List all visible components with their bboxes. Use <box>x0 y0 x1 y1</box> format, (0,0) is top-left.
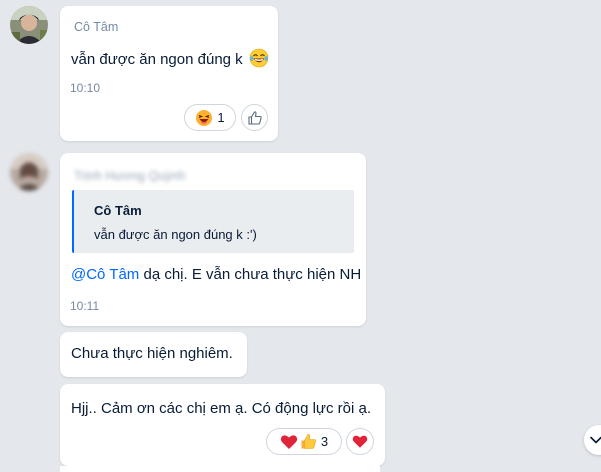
message-text: Chưa thực hiện nghiêm. <box>71 345 233 362</box>
message-text: vẫn được ăn ngon đúng k <box>71 48 269 72</box>
reaction-summary[interactable]: 1 <box>184 104 236 131</box>
quote-author: Cô Tâm <box>94 203 142 218</box>
message-text: Hjj.. Cảm ơn các chị em ạ. Có động lực r… <box>71 400 371 417</box>
laughing-tears-emoji <box>249 48 269 72</box>
reaction-count: 1 <box>217 110 225 125</box>
message-time: 10:10 <box>70 81 101 95</box>
message-bubble[interactable]: Cô Tâm vẫn được ăn ngon đúng k 10:10 1 <box>60 6 278 141</box>
sender-name: Trịnh Hương Quỳnh <box>74 169 186 183</box>
reaction-count: 3 <box>320 434 329 449</box>
react-heart-button[interactable] <box>346 428 374 455</box>
message-text-content: vẫn được ăn ngon đúng k <box>71 51 243 68</box>
message-text: @Cô Tâm dạ chị. E vẫn chưa thực hiện NH <box>71 266 361 283</box>
quote-text: vẫn được ăn ngon đúng k :') <box>94 227 257 242</box>
next-message-bubble-partial <box>60 466 380 472</box>
message-time: 10:11 <box>70 299 100 313</box>
scroll-down-button[interactable] <box>584 425 601 455</box>
thumbs-up-icon <box>300 433 317 450</box>
haha-face-icon <box>195 109 213 127</box>
reaction-summary[interactable]: 3 <box>266 428 342 455</box>
message-text-content: dạ chị. E vẫn chưa thực hiện NH <box>139 266 362 283</box>
quoted-message[interactable]: Cô Tâm vẫn được ăn ngon đúng k :') <box>72 190 354 253</box>
message-bubble-reply[interactable]: Trịnh Hương Quỳnh Cô Tâm vẫn được ăn ngo… <box>60 153 366 326</box>
heart-icon <box>352 434 368 449</box>
message-bubble[interactable]: Hjj.. Cảm ơn các chị em ạ. Có động lực r… <box>60 384 385 466</box>
heart-icon <box>280 434 298 450</box>
chevron-down-icon <box>590 431 601 449</box>
react-like-button[interactable] <box>241 104 268 131</box>
sender-name: Cô Tâm <box>74 20 119 34</box>
mention-link[interactable]: @Cô Tâm <box>71 266 139 283</box>
avatar-co-tam[interactable] <box>10 6 48 44</box>
message-bubble[interactable]: Chưa thực hiện nghiêm. <box>60 332 247 377</box>
avatar-trinh-huong-quynh[interactable] <box>10 153 48 191</box>
thumbs-up-outline-icon <box>247 110 263 126</box>
